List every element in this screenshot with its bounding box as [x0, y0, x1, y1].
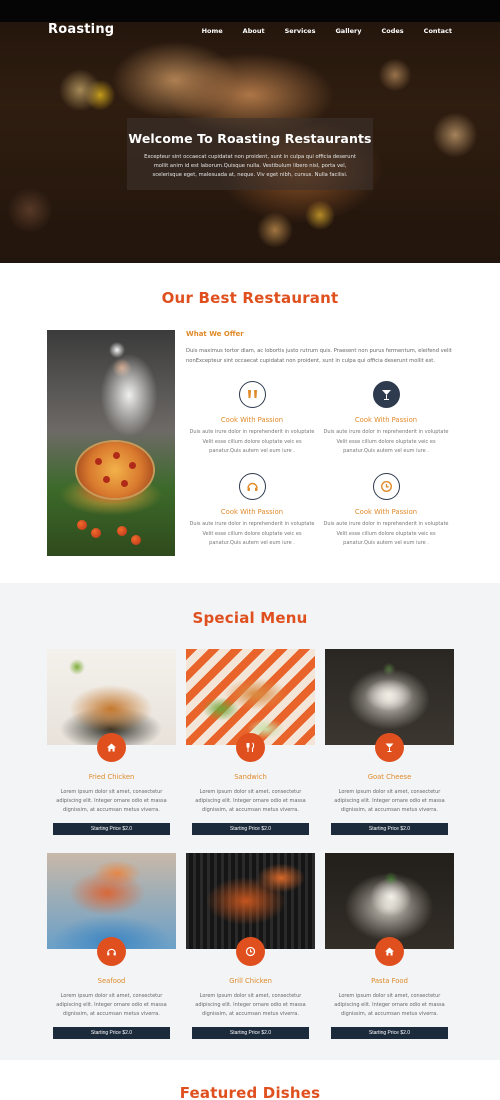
hero-banner: Roasting Home About Services Gallery Cod…	[0, 0, 500, 263]
starting-price-button[interactable]: Starting Price $2.0	[53, 1027, 170, 1039]
grill-chicken-photo	[186, 853, 315, 949]
menu-card-sandwich: Sandwich Lorem ipsum dolor sit amet, con…	[186, 649, 315, 839]
page: Roasting Home About Services Gallery Cod…	[0, 0, 500, 1100]
sandwich-photo	[186, 649, 315, 745]
pepperoni	[95, 458, 102, 465]
menu-card-text: Lorem ipsum dolor sit amet, consectetur …	[195, 789, 306, 813]
starting-price-button[interactable]: Starting Price $2.0	[192, 1027, 309, 1039]
cutlery-icon	[236, 733, 265, 762]
clock-icon	[236, 937, 265, 966]
seafood-photo	[47, 853, 176, 949]
pepperoni	[121, 480, 128, 487]
feature-item: Cook With Passion Duis aute irure dolor …	[321, 473, 451, 549]
menu-card-title: Grill Chicken	[229, 977, 272, 985]
starting-price-button[interactable]: Starting Price $2.0	[331, 1027, 448, 1039]
feature-title: Cook With Passion	[354, 508, 418, 516]
site-logo[interactable]: Roasting	[48, 22, 114, 37]
headphones-icon	[238, 473, 266, 500]
menu-card-text: Lorem ipsum dolor sit amet, consectetur …	[56, 789, 167, 813]
feature-text: Duis aute irure dolor in reprehenderit i…	[323, 429, 449, 454]
feature-text: Duis aute irure dolor in reprehenderit i…	[189, 521, 315, 546]
feature-item: Cook With Passion Duis aute irure dolor …	[187, 473, 317, 549]
feature-title: Cook With Passion	[220, 416, 284, 424]
tomato	[77, 520, 87, 530]
tomato	[117, 526, 127, 536]
best-restaurant-title: Our Best Restaurant	[161, 289, 339, 307]
offer-text: Duis maximus tortor diam, ac lobortis ju…	[186, 348, 452, 364]
headphones-icon	[97, 937, 126, 966]
pizza-shape	[77, 442, 153, 498]
starting-price-button[interactable]: Starting Price $2.0	[192, 823, 309, 835]
menu-card-seafood: Seafood Lorem ipsum dolor sit amet, cons…	[47, 853, 176, 1043]
chef-pizza-photo	[47, 330, 175, 556]
menu-card-grill-chicken: Grill Chicken Lorem ipsum dolor sit amet…	[186, 853, 315, 1043]
main-nav: Home About Services Gallery Codes Contac…	[202, 27, 452, 35]
offer-title: What We Offer	[186, 330, 244, 338]
starting-price-button[interactable]: Starting Price $2.0	[331, 823, 448, 835]
welcome-title: Welcome To Roasting Restaurants	[128, 131, 372, 146]
menu-card-title: Seafood	[97, 977, 126, 985]
featured-dishes-title: Featured Dishes	[179, 1084, 321, 1100]
home-icon	[97, 733, 126, 762]
cocktail-icon	[372, 381, 400, 408]
feature-item: Cook With Passion Duis aute irure dolor …	[187, 381, 317, 457]
drinks-icon	[238, 381, 266, 408]
welcome-text: Excepteur sint occaecat cupidatat non pr…	[144, 154, 356, 178]
nav-codes[interactable]: Codes	[382, 27, 404, 35]
cocktail-icon	[375, 733, 404, 762]
welcome-box: Welcome To Roasting Restaurants Excepteu…	[127, 118, 373, 190]
menu-card-text: Lorem ipsum dolor sit amet, consectetur …	[56, 993, 167, 1017]
special-menu-section: Special Menu Fried Chicken Lorem ipsum d…	[0, 583, 500, 1060]
home-icon	[375, 937, 404, 966]
special-menu-title: Special Menu	[192, 609, 308, 627]
feature-title: Cook With Passion	[220, 508, 284, 516]
menu-card-pasta-food: Pasta Food Lorem ipsum dolor sit amet, c…	[325, 853, 454, 1043]
navbar: Roasting Home About Services Gallery Cod…	[0, 18, 500, 46]
goat-cheese-photo	[325, 649, 454, 745]
menu-card-fried-chicken: Fried Chicken Lorem ipsum dolor sit amet…	[47, 649, 176, 839]
menu-card-title: Sandwich	[234, 773, 267, 781]
tomato	[131, 535, 141, 545]
menu-card-text: Lorem ipsum dolor sit amet, consectetur …	[334, 789, 445, 813]
nav-gallery[interactable]: Gallery	[335, 27, 361, 35]
pasta-food-photo	[325, 853, 454, 949]
menu-card-title: Pasta Food	[371, 977, 408, 985]
menu-card-title: Fried Chicken	[88, 773, 135, 781]
nav-services[interactable]: Services	[285, 27, 316, 35]
clock-icon	[372, 473, 400, 500]
nav-home[interactable]: Home	[202, 27, 223, 35]
menu-card-goat-cheese: Goat Cheese Lorem ipsum dolor sit amet, …	[325, 649, 454, 839]
menu-card-title: Goat Cheese	[367, 773, 412, 781]
starting-price-button[interactable]: Starting Price $2.0	[53, 823, 170, 835]
tomato	[91, 528, 101, 538]
feature-title: Cook With Passion	[354, 416, 418, 424]
feature-item: Cook With Passion Duis aute irure dolor …	[321, 381, 451, 457]
pepperoni	[103, 476, 110, 483]
menu-card-text: Lorem ipsum dolor sit amet, consectetur …	[195, 993, 306, 1017]
pepperoni	[113, 452, 120, 459]
feature-text: Duis aute irure dolor in reprehenderit i…	[323, 521, 449, 546]
fried-chicken-photo	[47, 649, 176, 745]
pepperoni	[129, 462, 136, 469]
feature-text: Duis aute irure dolor in reprehenderit i…	[189, 429, 315, 454]
nav-about[interactable]: About	[243, 27, 265, 35]
nav-contact[interactable]: Contact	[424, 27, 452, 35]
menu-card-text: Lorem ipsum dolor sit amet, consectetur …	[334, 993, 445, 1017]
